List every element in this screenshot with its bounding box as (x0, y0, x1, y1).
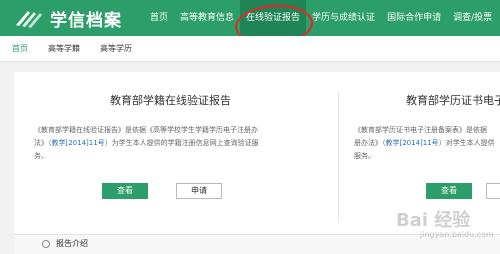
sub-nav-bar: 首页 高等学籍 高等学历 (0, 36, 500, 62)
card-title-degree-report: 教育部学历证书电子 (406, 94, 500, 107)
card-desc-text: 册办法》（ (354, 139, 386, 147)
nav-online-verification-report[interactable]: 在线验证报告 (240, 0, 307, 36)
logo[interactable]: 学信档案 (14, 6, 122, 31)
doc-reference-link[interactable]: 教学[2014]11号 (52, 139, 105, 147)
subnav-higher-enrollment[interactable]: 高等学籍 (48, 43, 80, 54)
subnav-higher-degree[interactable]: 高等学历 (100, 43, 132, 54)
view-button[interactable]: 查看 (102, 183, 148, 199)
apply-button[interactable]: 申请 (176, 183, 222, 199)
card-desc-text: ）对学生本人提供 (438, 139, 495, 147)
main-nav: 首页 高等教育信息 在线验证报告 学历与成绩认证 国际合作申请 调查/投票 (142, 0, 498, 36)
card-desc-degree-report: 《教育部学历证书电子注册备案表》是依据 册办法》（教学[2014]11号）对学生… (354, 124, 500, 163)
nav-degree-and-score-certification[interactable]: 学历与成绩认证 (306, 0, 381, 36)
card-desc-enrollment-report: 《教育部学籍在线验证报告》是依据《高等学校学生学籍学历电子注册办 法》（教学[2… (34, 124, 330, 163)
collapse-circle-icon[interactable] (42, 240, 50, 248)
card-desc-text: ）为学生本人提供的学籍注册信息网上查询验证服 (104, 139, 259, 147)
subnav-home[interactable]: 首页 (12, 43, 28, 54)
nav-survey-vote[interactable]: 调查/投票 (447, 0, 498, 36)
apply-button-partial[interactable] (486, 183, 500, 199)
logo-text: 学信档案 (50, 10, 122, 31)
card-desc-line: 册办法》（教学[2014]11号）对学生本人提供 (354, 137, 500, 150)
card-desc-line: 《教育部学籍在线验证报告》是依据《高等学校学生学籍学历电子注册办 (34, 126, 258, 134)
report-intro-label: 报告介绍 (56, 239, 88, 248)
report-panel: 教育部学籍在线验证报告 《教育部学籍在线验证报告》是依据《高等学校学生学籍学历电… (14, 72, 500, 254)
card-desc-line: 《教育部学历证书电子注册备案表》是依据 (354, 126, 487, 134)
book-logo-icon (16, 11, 42, 28)
top-nav-bar: 学信档案 首页 高等教育信息 在线验证报告 学历与成绩认证 国际合作申请 调查/… (0, 0, 500, 36)
card-title-enrollment-report: 教育部学籍在线验证报告 (110, 94, 231, 107)
card-desc-line: 法》（教学[2014]11号）为学生本人提供的学籍注册信息网上查询验证服 (34, 137, 330, 150)
card-desc-line: 务。 (34, 152, 48, 160)
doc-reference-link[interactable]: 教学[2014]11号 (386, 139, 439, 147)
card-desc-line: 服务。 (354, 152, 375, 160)
nav-higher-education-info[interactable]: 高等教育信息 (174, 0, 240, 36)
view-button[interactable]: 查看 (426, 183, 472, 199)
nav-home[interactable]: 首页 (142, 0, 174, 36)
card-divider (338, 92, 339, 222)
card-desc-text: 法》（ (34, 139, 52, 147)
nav-international-cooperation[interactable]: 国际合作申请 (381, 0, 447, 36)
